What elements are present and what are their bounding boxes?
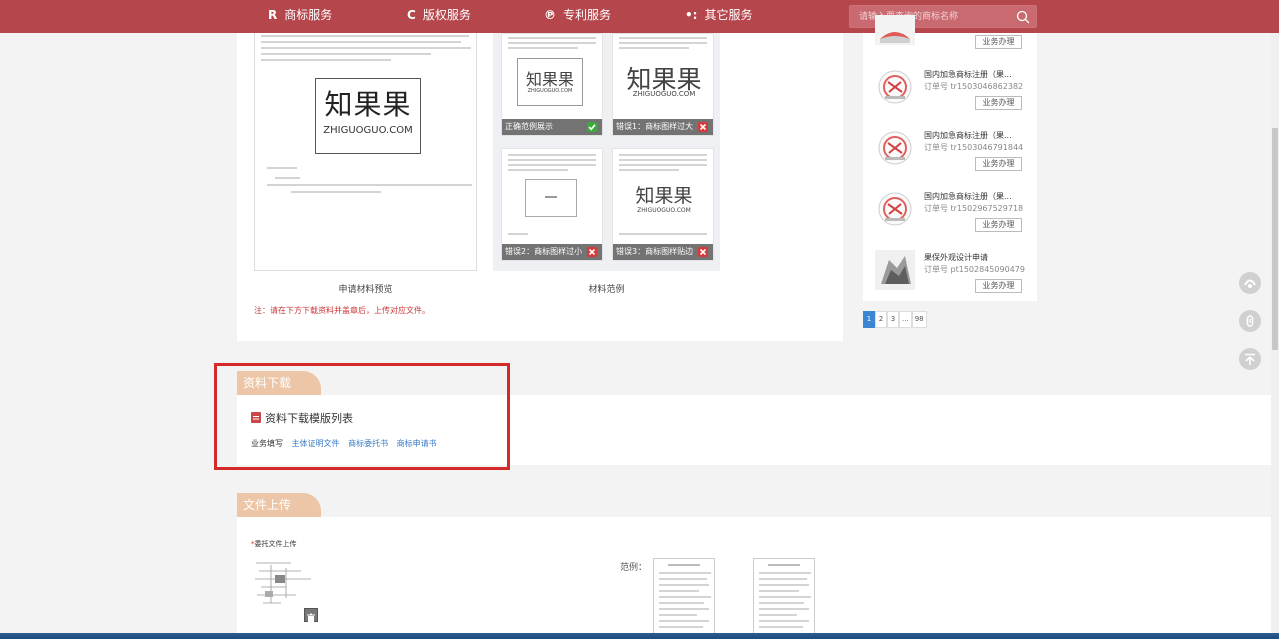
sample-label: 范例： <box>620 563 648 573</box>
nav-patent-service[interactable]: ℗ 专利服务 <box>544 0 611 33</box>
patent-p-icon: ℗ <box>544 8 556 22</box>
page-98-button[interactable]: 98 <box>911 311 927 328</box>
upload-note: 注：请在下方下载资料并盖章后，上传对应文件。 <box>254 306 430 315</box>
trash-icon <box>307 613 315 622</box>
order-thumbnail <box>878 192 912 226</box>
delete-file-button[interactable] <box>304 608 318 622</box>
preview-caption: 申请材料预览 <box>338 285 393 295</box>
nav-other-service[interactable]: •: 其它服务 <box>685 0 752 33</box>
order-title: 国内加急商标注册（果... <box>924 70 1012 79</box>
scrollbar-thumb[interactable] <box>1272 128 1278 350</box>
order-item[interactable]: 国内加急商标注册（果... 订单号 tr1502967529718 业务办理 <box>863 185 1037 247</box>
os-taskbar <box>0 633 1279 639</box>
business-handle-button[interactable]: 业务办理 <box>975 279 1022 293</box>
example-card-error-large[interactable]: 知果果 ZHIGUOGUO.COM 错误1：商标图样过大 <box>612 33 714 136</box>
example-logo-en: ZHIGUOGUO.COM <box>632 90 696 98</box>
logo-english-text: ZHIGUOGUO.COM <box>323 125 413 136</box>
nav-trademark-service[interactable]: R 商标服务 <box>268 0 332 33</box>
order-number: 订单号 tr1503046862382 <box>924 82 1024 91</box>
page-2-button[interactable]: 2 <box>875 311 887 328</box>
nav-copyright-label: 版权服务 <box>422 8 471 22</box>
other-dots-icon: •: <box>685 8 698 22</box>
page-1-button[interactable]: 1 <box>863 311 875 328</box>
example-label: 正确范例展示 <box>502 119 602 135</box>
upload-section-tab: 文件上传 <box>237 493 321 517</box>
order-thumbnail <box>875 15 915 45</box>
example-logo-en: ZHIGUOGUO.COM <box>637 207 691 214</box>
brand-logo-preview: 知果果 ZHIGUOGUO.COM <box>315 78 421 154</box>
business-handle-button[interactable]: 业务办理 <box>975 96 1022 110</box>
example-label: 错误3：商标图样贴边 <box>613 244 713 260</box>
nav-other-label: 其它服务 <box>704 8 753 22</box>
business-handle-button[interactable]: 业务办理 <box>975 218 1022 232</box>
recent-orders-sidebar: 业务办理 国内加急商标注册（果... 订单号 tr1503046862382 业… <box>863 15 1037 301</box>
service-icon <box>1244 279 1256 288</box>
example-logo-text: 知果果 <box>525 70 574 89</box>
highlight-box <box>214 363 510 470</box>
page-3-button[interactable]: 3 <box>887 311 899 328</box>
order-number: 订单号 tr1503046791844 <box>924 143 1024 152</box>
examples-caption: 材料范例 <box>588 285 625 295</box>
material-examples: 知果果 ZHIGUOGUO.COM 正确范例展示 知果果 ZHIGUOGUO.C… <box>493 33 720 271</box>
upload-field-label: 委托文件上传 <box>254 540 297 548</box>
order-title: 果保外观设计申请 <box>924 253 988 262</box>
nav-patent-label: 专利服务 <box>563 8 612 22</box>
power-of-attorney-upload-label: *委托文件上传 <box>251 539 297 549</box>
cross-icon <box>698 247 708 257</box>
sidebar-pagination: 1 2 3... 98 <box>863 311 927 330</box>
top-nav-bar <box>0 0 1279 33</box>
info-float-button[interactable] <box>1239 310 1261 332</box>
business-handle-button[interactable]: 业务办理 <box>975 157 1022 171</box>
back-to-top-button[interactable] <box>1239 348 1261 370</box>
logo-chinese-text: 知果果 <box>324 88 412 121</box>
order-item[interactable]: 国内加急商标注册（果... 订单号 tr1503046791844 业务办理 <box>863 124 1037 186</box>
nav-copyright-service[interactable]: C 版权服务 <box>407 0 471 33</box>
arrow-up-icon <box>1245 353 1255 365</box>
application-preview-document: 知果果 ZHIGUOGUO.COM <box>254 33 477 271</box>
order-thumbnail <box>875 250 915 290</box>
cross-icon <box>698 122 708 132</box>
order-item[interactable]: 果保外观设计申请 订单号 pt1502845090479 业务办理 <box>863 246 1037 308</box>
order-number: 订单号 tr1502967529718 <box>924 204 1024 213</box>
info-icon <box>1246 315 1254 327</box>
nav-trademark-label: 商标服务 <box>284 8 333 22</box>
order-item[interactable]: 国内加急商标注册（果... 订单号 tr1503046862382 业务办理 <box>863 63 1037 125</box>
check-icon <box>587 122 597 132</box>
example-logo-en: ZHIGUOGUO.COM <box>527 88 573 94</box>
order-title: 国内加急商标注册（果... <box>924 192 1012 201</box>
order-number: 订单号 pt1502845090479 <box>924 265 1025 274</box>
copyright-c-icon: C <box>407 8 416 22</box>
example-logo-text: 知果果 <box>635 185 693 207</box>
example-label: 错误1：商标图样过大 <box>613 119 713 135</box>
example-label: 错误2：商标图样过小 <box>502 244 602 260</box>
example-card-correct[interactable]: 知果果 ZHIGUOGUO.COM 正确范例展示 <box>501 33 603 136</box>
sample-document-2[interactable] <box>753 558 815 639</box>
example-card-error-edge[interactable]: 知果果 ZHIGUOGUO.COM 错误3：商标图样贴边 <box>612 148 714 261</box>
order-thumbnail <box>878 70 912 104</box>
order-thumbnail <box>878 131 912 165</box>
page-ellipsis: ... <box>899 311 912 328</box>
cross-icon <box>587 247 597 257</box>
example-card-error-small[interactable]: 错误2：商标图样过小 <box>501 148 603 261</box>
trademark-r-icon: R <box>268 8 278 22</box>
feedback-float-button[interactable] <box>1239 272 1261 294</box>
sample-document-1[interactable] <box>653 558 715 639</box>
order-title: 国内加急商标注册（果... <box>924 131 1012 140</box>
business-handle-button[interactable]: 业务办理 <box>975 35 1022 49</box>
